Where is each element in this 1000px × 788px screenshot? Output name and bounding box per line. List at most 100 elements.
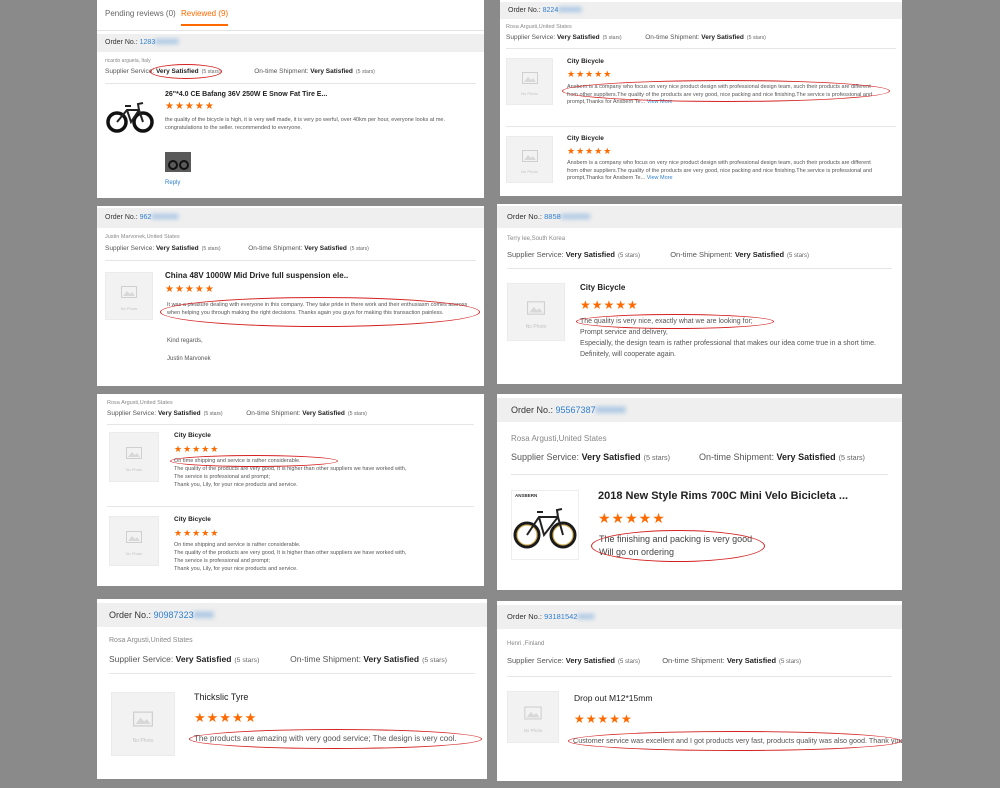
review-ratings: Supplier Service: Very Satisfied (5 stars… bbox=[507, 250, 810, 259]
review-ratings: Supplier Service: Very Satisfied (5 stars… bbox=[109, 654, 448, 664]
reply-link[interactable]: Reply bbox=[165, 180, 180, 186]
no-photo-label: No Photo bbox=[125, 551, 143, 556]
image-placeholder-icon bbox=[527, 300, 545, 315]
review-signature: Justin Marvonek bbox=[167, 356, 211, 362]
review-author: Justin Marvonek,United States bbox=[105, 234, 180, 240]
product-title[interactable]: City Bicycle bbox=[174, 432, 211, 439]
review-card-5: Rosa Argusti,United States Supplier Serv… bbox=[97, 394, 484, 586]
review-card-3: Order No.: 9620000000 Justin Marvonek,Un… bbox=[97, 206, 484, 386]
product-image-bicycle[interactable]: ANSBERN bbox=[511, 490, 579, 560]
review-author: Rosa Argusti,United States bbox=[109, 637, 193, 644]
review-photo-thumb[interactable] bbox=[165, 152, 191, 172]
order-number-bar: Order No.: 9620000000 bbox=[97, 208, 484, 228]
order-number-bar: Order No.: 95567387000000 bbox=[497, 398, 902, 422]
rating-stars: ★★★★★ bbox=[174, 528, 220, 538]
fat-bike-icon bbox=[106, 102, 154, 133]
review-ratings: Supplier Service: Very Satisfied (5 stars… bbox=[107, 410, 367, 417]
image-placeholder-icon bbox=[524, 706, 542, 720]
rating-stars: ★★★★★ bbox=[165, 284, 215, 295]
review-card-4: Order No.: 88580000000 Terry lee,South K… bbox=[497, 204, 902, 384]
rating-stars: ★★★★★ bbox=[598, 510, 666, 526]
rating-stars: ★★★★★ bbox=[165, 101, 215, 112]
review-text-line: Definitely, will cooperate again. bbox=[580, 351, 676, 358]
review-text-line: The quality of the products are very goo… bbox=[174, 550, 407, 556]
product-title[interactable]: 2018 New Style Rims 700C Mini Velo Bicic… bbox=[598, 490, 848, 502]
no-photo-label: No Photo bbox=[521, 169, 538, 174]
review-text-line: The service is professional and prompt; bbox=[174, 474, 270, 480]
product-thumbnail[interactable]: No Photo bbox=[507, 283, 565, 341]
review-card-6: Order No.: 95567387000000 Rosa Argusti,U… bbox=[497, 394, 902, 590]
review-author: Rosa Argusti,United States bbox=[506, 24, 572, 30]
tab-reviewed[interactable]: Reviewed (9) bbox=[181, 9, 229, 26]
review-text-line: Thank you, Lily, for your nice products … bbox=[174, 482, 298, 488]
no-photo-label: No Photo bbox=[125, 467, 143, 472]
no-photo-label: No Photo bbox=[521, 91, 538, 96]
review-text: On time shipping and service is rather c… bbox=[174, 542, 301, 548]
review-text-line: Will go on ordering bbox=[599, 547, 675, 557]
product-title[interactable]: City Bicycle bbox=[567, 58, 604, 65]
no-photo-label: No Photo bbox=[120, 306, 138, 311]
no-photo-label: No Photo bbox=[523, 728, 543, 733]
bike-photo-icon bbox=[165, 152, 191, 172]
product-thumbnail[interactable]: No Photo bbox=[111, 692, 175, 756]
product-thumbnail[interactable]: No Photo bbox=[506, 58, 553, 105]
product-thumbnail[interactable]: No Photo bbox=[109, 432, 159, 482]
image-placeholder-icon bbox=[121, 286, 137, 299]
review-card-2: Order No.: 8224000000 Rosa Argusti,Unite… bbox=[500, 0, 902, 196]
product-image-bicycle[interactable] bbox=[105, 90, 155, 140]
review-ratings: Supplier Service: Very Satisfied (5 stars… bbox=[105, 68, 375, 75]
review-ratings: Supplier Service: Very Satisfied (5 stars… bbox=[105, 245, 369, 252]
product-title[interactable]: Drop out M12*15mm bbox=[574, 693, 652, 703]
order-number-bar: Order No.: 8224000000 bbox=[500, 2, 902, 19]
product-title[interactable]: China 48V 1000W Mid Drive full suspensio… bbox=[165, 271, 348, 280]
product-thumbnail[interactable]: No Photo bbox=[507, 691, 559, 743]
view-more-link[interactable]: View More bbox=[647, 99, 673, 105]
tab-pending-reviews[interactable]: Pending reviews (0) bbox=[105, 9, 176, 18]
review-author: Terry lee,South Korea bbox=[507, 236, 566, 242]
review-text: On time shipping and service is rather c… bbox=[174, 458, 301, 464]
order-number-bar: Order No.: 931815420000 bbox=[497, 605, 902, 629]
image-placeholder-icon bbox=[521, 71, 538, 84]
review-text-line: The service is professional and prompt; bbox=[174, 558, 270, 564]
review-card-8: Order No.: 931815420000 Henri ,Finland S… bbox=[497, 601, 902, 781]
road-bike-icon bbox=[513, 508, 577, 549]
product-title[interactable]: City Bicycle bbox=[567, 135, 604, 142]
review-author: Rosa Argusti,United States bbox=[511, 434, 607, 443]
review-text-line: Prompt service and delivery, bbox=[580, 329, 668, 336]
rating-stars: ★★★★★ bbox=[567, 69, 613, 79]
order-number: 95567387 bbox=[555, 405, 596, 415]
brand-logo: ANSBERN bbox=[515, 493, 538, 498]
view-more-link[interactable]: View More bbox=[647, 175, 673, 181]
review-ratings: Supplier Service: Very Satisfied (5 stars… bbox=[507, 656, 802, 665]
product-thumbnail[interactable]: No Photo bbox=[506, 136, 553, 183]
review-text-line: Especially, the design team is rather pr… bbox=[580, 340, 876, 347]
product-title[interactable]: Thickslic Tyre bbox=[194, 692, 248, 702]
order-number: 8224 bbox=[542, 7, 559, 14]
no-photo-label: No Photo bbox=[525, 324, 547, 330]
product-title[interactable]: City Bicycle bbox=[174, 516, 211, 523]
review-author: Rosa Argusti,United States bbox=[107, 400, 173, 406]
order-number: 962 bbox=[139, 214, 152, 221]
image-placeholder-icon bbox=[126, 447, 142, 460]
product-thumbnail[interactable]: No Photo bbox=[105, 272, 153, 320]
rating-stars: ★★★★★ bbox=[174, 444, 220, 454]
product-thumbnail[interactable]: No Photo bbox=[109, 516, 159, 566]
product-title[interactable]: City Bicycle bbox=[580, 283, 625, 292]
review-text-line: The quality of the products are very goo… bbox=[174, 466, 407, 472]
order-number-bar: Order No.: 909873230000 bbox=[97, 603, 487, 627]
review-author: Henri ,Finland bbox=[507, 641, 545, 647]
product-title[interactable]: 26"*4.0 CE Bafang 36V 250W E Snow Fat Ti… bbox=[165, 91, 327, 98]
order-number: 1283 bbox=[139, 39, 156, 46]
image-placeholder-icon bbox=[126, 531, 142, 544]
review-text: Customer service was excellent and I got… bbox=[573, 736, 902, 745]
review-author: ricardo argueta, Italy bbox=[105, 58, 151, 64]
review-ratings: Supplier Service: Very Satisfied (5 stars… bbox=[506, 34, 766, 41]
review-text: The finishing and packing is very good bbox=[599, 534, 753, 544]
review-text-line: Thank you, Lily, for your nice products … bbox=[174, 566, 298, 572]
no-photo-label: No Photo bbox=[132, 738, 154, 744]
review-text: the quality of the bicycle is high, it i… bbox=[165, 117, 446, 131]
order-number: 8858 bbox=[544, 212, 561, 221]
rating-stars: ★★★★★ bbox=[194, 710, 258, 725]
review-text: It was a pleasure dealing with everyone … bbox=[167, 302, 468, 316]
rating-stars: ★★★★★ bbox=[580, 298, 639, 312]
